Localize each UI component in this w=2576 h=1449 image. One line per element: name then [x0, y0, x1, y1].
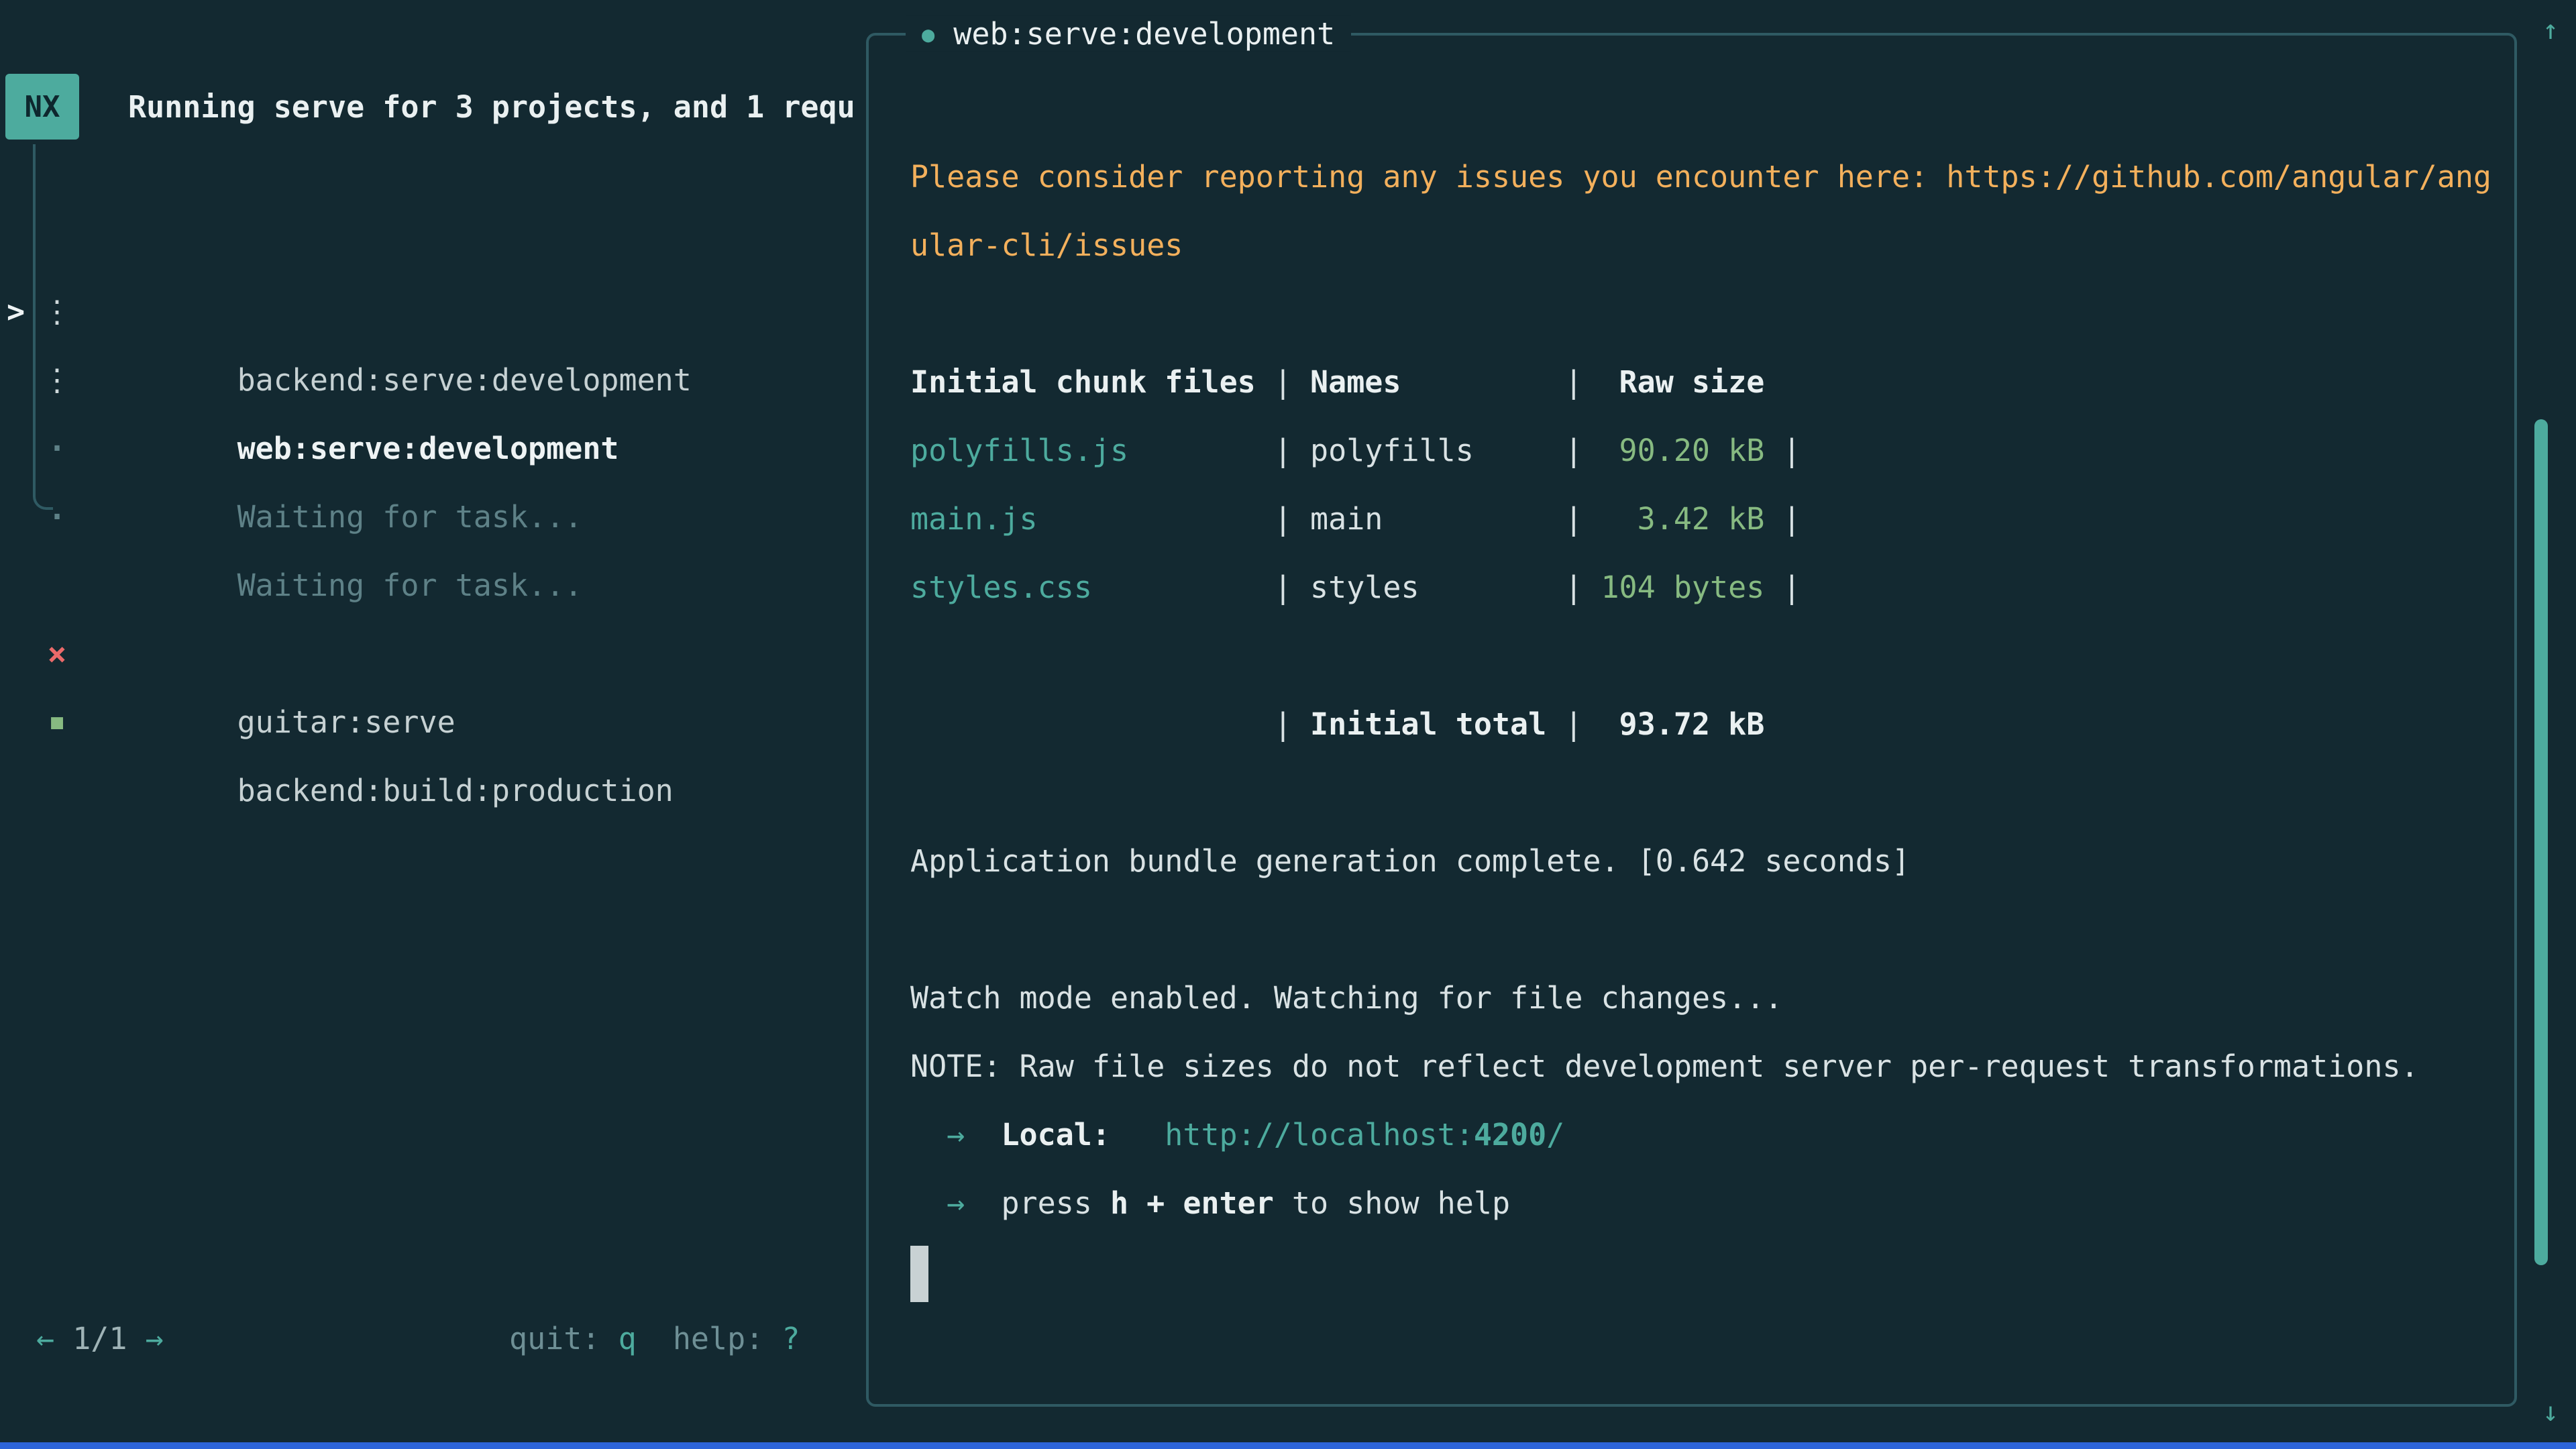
success-square-icon: ■ [38, 688, 76, 757]
help-pre: press [1001, 1185, 1110, 1221]
nx-logo: NX [5, 74, 79, 140]
blank-line [910, 759, 2487, 827]
note-line: NOTE: Raw file sizes do not reflect deve… [910, 1032, 2487, 1101]
terminal-output: Please consider reporting any issues you… [910, 143, 2487, 1306]
spacer [763, 1321, 782, 1356]
pipe: | [1782, 433, 1801, 468]
task-label: Waiting for task... [237, 499, 583, 535]
task-item-waiting-1[interactable]: · Waiting for task... [33, 346, 858, 415]
header-files: Initial chunk files [910, 348, 1274, 417]
hotkey-hints: quit: q help: ? [509, 1305, 800, 1373]
help-post: to show help [1274, 1185, 1510, 1221]
header-names: Names [1310, 348, 1564, 417]
watch-mode-line: Watch mode enabled. Watching for file ch… [910, 964, 2487, 1032]
quit-key: q [619, 1321, 637, 1356]
pipe: | [1274, 570, 1292, 605]
raw-size: 90.20 kB [1601, 417, 1764, 485]
pipe: | [1274, 501, 1292, 537]
arrow-icon: → [947, 1185, 965, 1221]
chunk-row-styles: styles.css|styles|104 bytes| [910, 553, 2487, 622]
url-port: 4200 [1474, 1117, 1546, 1152]
raw-size: 104 bytes [1601, 553, 1764, 622]
arrow-icon: → [947, 1117, 965, 1152]
file-name: styles.css [910, 553, 1274, 622]
blank-line [910, 896, 2487, 964]
pipe: | [1782, 501, 1801, 537]
initial-total-row: |Initial total|93.72 kB [910, 690, 2487, 759]
pipe: | [1782, 570, 1801, 605]
task-item-backend-build[interactable]: ■ backend:build:production [33, 620, 858, 688]
chunk-name: main [1310, 485, 1564, 553]
chunk-row-main: main.js|main|3.42 kB| [910, 485, 2487, 553]
cursor-line [910, 1238, 2487, 1306]
page-indicator [54, 1321, 72, 1356]
scroll-down-arrow[interactable]: ↓ [2530, 1382, 2571, 1442]
bundle-complete-line: Application bundle generation complete. … [910, 827, 2487, 896]
task-label: guitar:serve [237, 704, 455, 740]
scrollbar-thumb[interactable] [2534, 419, 2548, 1265]
page-count: 1/1 [72, 1321, 127, 1356]
running-dot-icon: ● [922, 21, 934, 46]
page-prev-arrow[interactable]: ← [36, 1321, 54, 1356]
help-hint-line: → press h + enter to show help [910, 1169, 2487, 1238]
url-prefix: http://localhost: [1165, 1117, 1474, 1152]
bottom-edge-strip [0, 1442, 2576, 1449]
task-list: ⋮ backend:serve:development ⋮ web:serve:… [33, 209, 858, 688]
file-name: polyfills.js [910, 417, 1274, 485]
pipe: | [1274, 364, 1292, 400]
task-item-guitar-serve[interactable]: × guitar:serve [33, 551, 858, 620]
page-next-arrow[interactable]: → [146, 1321, 164, 1356]
run-summary-title: Running serve for 3 projects, and 1 requ [128, 89, 855, 125]
local-url-line: → Local: http://localhost:4200/ [910, 1101, 2487, 1169]
help-keys: h + enter [1110, 1185, 1274, 1221]
panel-header: ● web:serve:development [906, 16, 1351, 52]
local-label: Local: [1001, 1117, 1110, 1152]
pipe: | [1564, 364, 1582, 400]
panel-title: web:serve:development [953, 16, 1335, 52]
pagination: ← 1/1 → [36, 1305, 164, 1373]
task-output-panel: ●web:serve:development Please consider r… [866, 33, 2517, 1407]
task-label: backend:build:production [237, 773, 674, 808]
task-item-waiting-2[interactable]: · Waiting for task... [33, 415, 858, 483]
pipe: | [1564, 501, 1582, 537]
waiting-dot-icon: · [38, 483, 76, 551]
issue-notice-line2[interactable]: ular-cli/issues [910, 211, 2487, 280]
url-suffix: / [1546, 1117, 1564, 1152]
issue-notice-line1[interactable]: Please consider reporting any issues you… [910, 143, 2487, 211]
task-item-backend-serve[interactable]: ⋮ backend:serve:development [33, 209, 858, 278]
chunk-name: styles [1310, 553, 1564, 622]
pipe: | [1564, 706, 1582, 742]
blank-line [910, 280, 2487, 348]
chunk-table-header: Initial chunk files|Names|Raw size [910, 348, 2487, 417]
scroll-up-arrow[interactable]: ↑ [2530, 0, 2571, 60]
pipe: | [1274, 706, 1292, 742]
raw-size: 3.42 kB [1601, 485, 1764, 553]
selected-task-caret: > [7, 278, 25, 346]
spacer [637, 1321, 673, 1356]
total-label: Initial total [1310, 690, 1564, 759]
help-key: ? [782, 1321, 800, 1356]
pipe: | [1564, 570, 1582, 605]
local-url[interactable]: http://localhost:4200/ [1165, 1117, 1564, 1152]
sidebar-header: NX Running serve for 3 projects, and 1 r… [5, 74, 855, 140]
terminal-cursor [910, 1246, 928, 1302]
blank-line [910, 622, 2487, 690]
chunk-row-polyfills: polyfills.js|polyfills|90.20 kB| [910, 417, 2487, 485]
spacer [127, 1321, 145, 1356]
help-label: help: [673, 1321, 763, 1356]
total-size: 93.72 kB [1601, 690, 1764, 759]
header-raw-size: Raw size [1601, 348, 1764, 417]
file-name: main.js [910, 485, 1274, 553]
chunk-name: polyfills [1310, 417, 1564, 485]
quit-label: quit: [509, 1321, 600, 1356]
task-item-web-serve[interactable]: ⋮ web:serve:development [33, 278, 858, 346]
spacer [600, 1321, 618, 1356]
pipe: | [1564, 433, 1582, 468]
pipe: | [1274, 433, 1292, 468]
